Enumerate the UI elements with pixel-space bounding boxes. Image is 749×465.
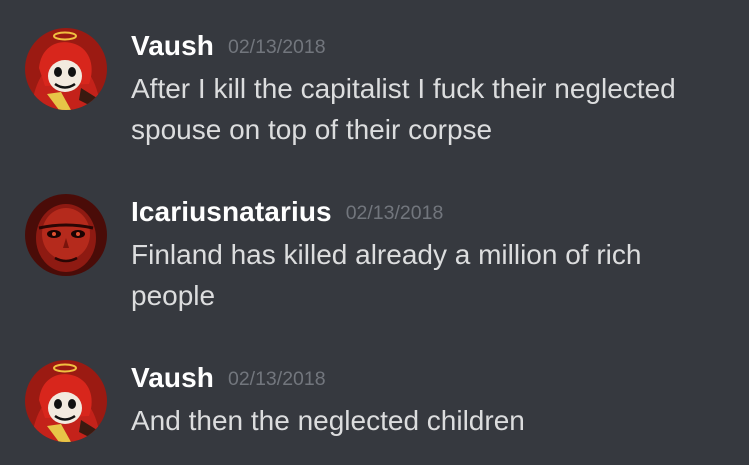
message-line: spouse on top of their corpse	[131, 114, 493, 145]
message-header: Icariusnatarius 02/13/2018	[131, 196, 443, 228]
chat-log: Vaush 02/13/2018 After I kill the capital…	[0, 0, 749, 465]
timestamp[interactable]: 02/13/2018	[228, 368, 326, 390]
message-line: Finland has killed already a million of …	[131, 239, 642, 270]
message-line: people	[131, 280, 216, 311]
avatar-vaush[interactable]	[25, 360, 107, 442]
red-hooded-cartoon-avatar-icon	[25, 360, 107, 442]
timestamp[interactable]: 02/13/2018	[228, 36, 326, 58]
message-content: After I kill the capitalist I fuck their…	[131, 68, 731, 150]
message-header: Vaush 02/13/2018	[131, 362, 326, 394]
message-content: And then the neglected children	[131, 400, 731, 441]
username[interactable]: Icariusnatarius	[131, 196, 332, 227]
timestamp[interactable]: 02/13/2018	[346, 202, 444, 224]
avatar-vaush[interactable]	[25, 28, 107, 110]
username[interactable]: Vaush	[131, 362, 214, 393]
red-hooded-cartoon-avatar-icon	[25, 28, 107, 110]
message-line: And then the neglected children	[131, 405, 525, 436]
message-header: Vaush 02/13/2018	[131, 30, 326, 62]
avatar-icariusnatarius[interactable]	[25, 194, 107, 276]
message-line: After I kill the capitalist I fuck their…	[131, 73, 676, 104]
red-tinted-face-avatar-icon	[25, 194, 107, 276]
username[interactable]: Vaush	[131, 30, 214, 61]
message-content: Finland has killed already a million of …	[131, 234, 731, 316]
